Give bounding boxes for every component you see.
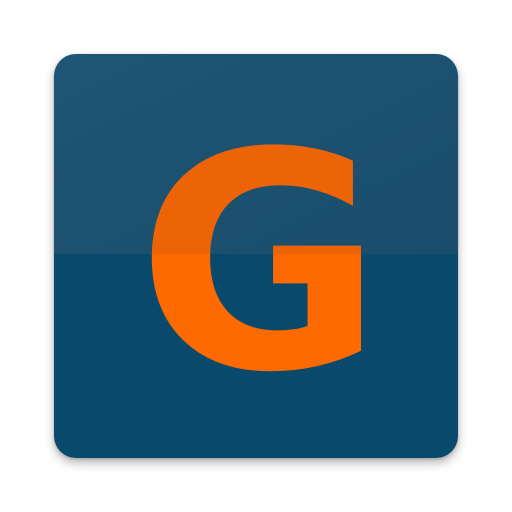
app-icon[interactable]: G G — [54, 54, 458, 458]
app-icon-canvas: G G — [0, 0, 512, 512]
g-logo-icon: G G — [54, 54, 458, 458]
